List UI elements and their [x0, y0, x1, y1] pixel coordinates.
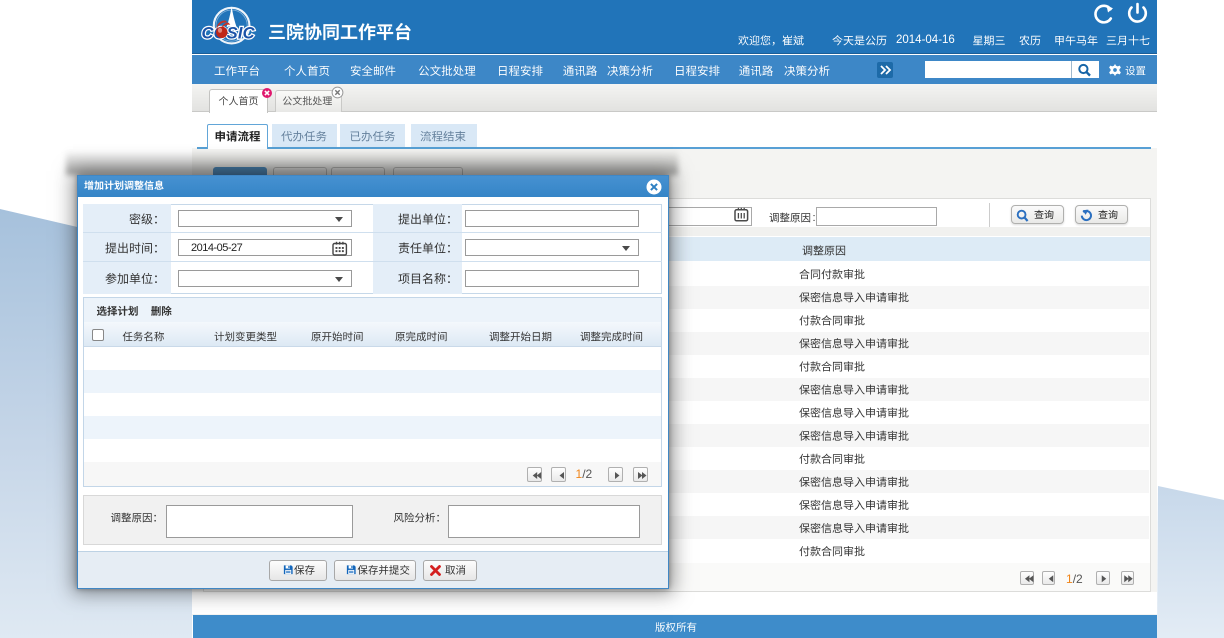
svg-text:COSIC: COSIC [202, 25, 256, 43]
